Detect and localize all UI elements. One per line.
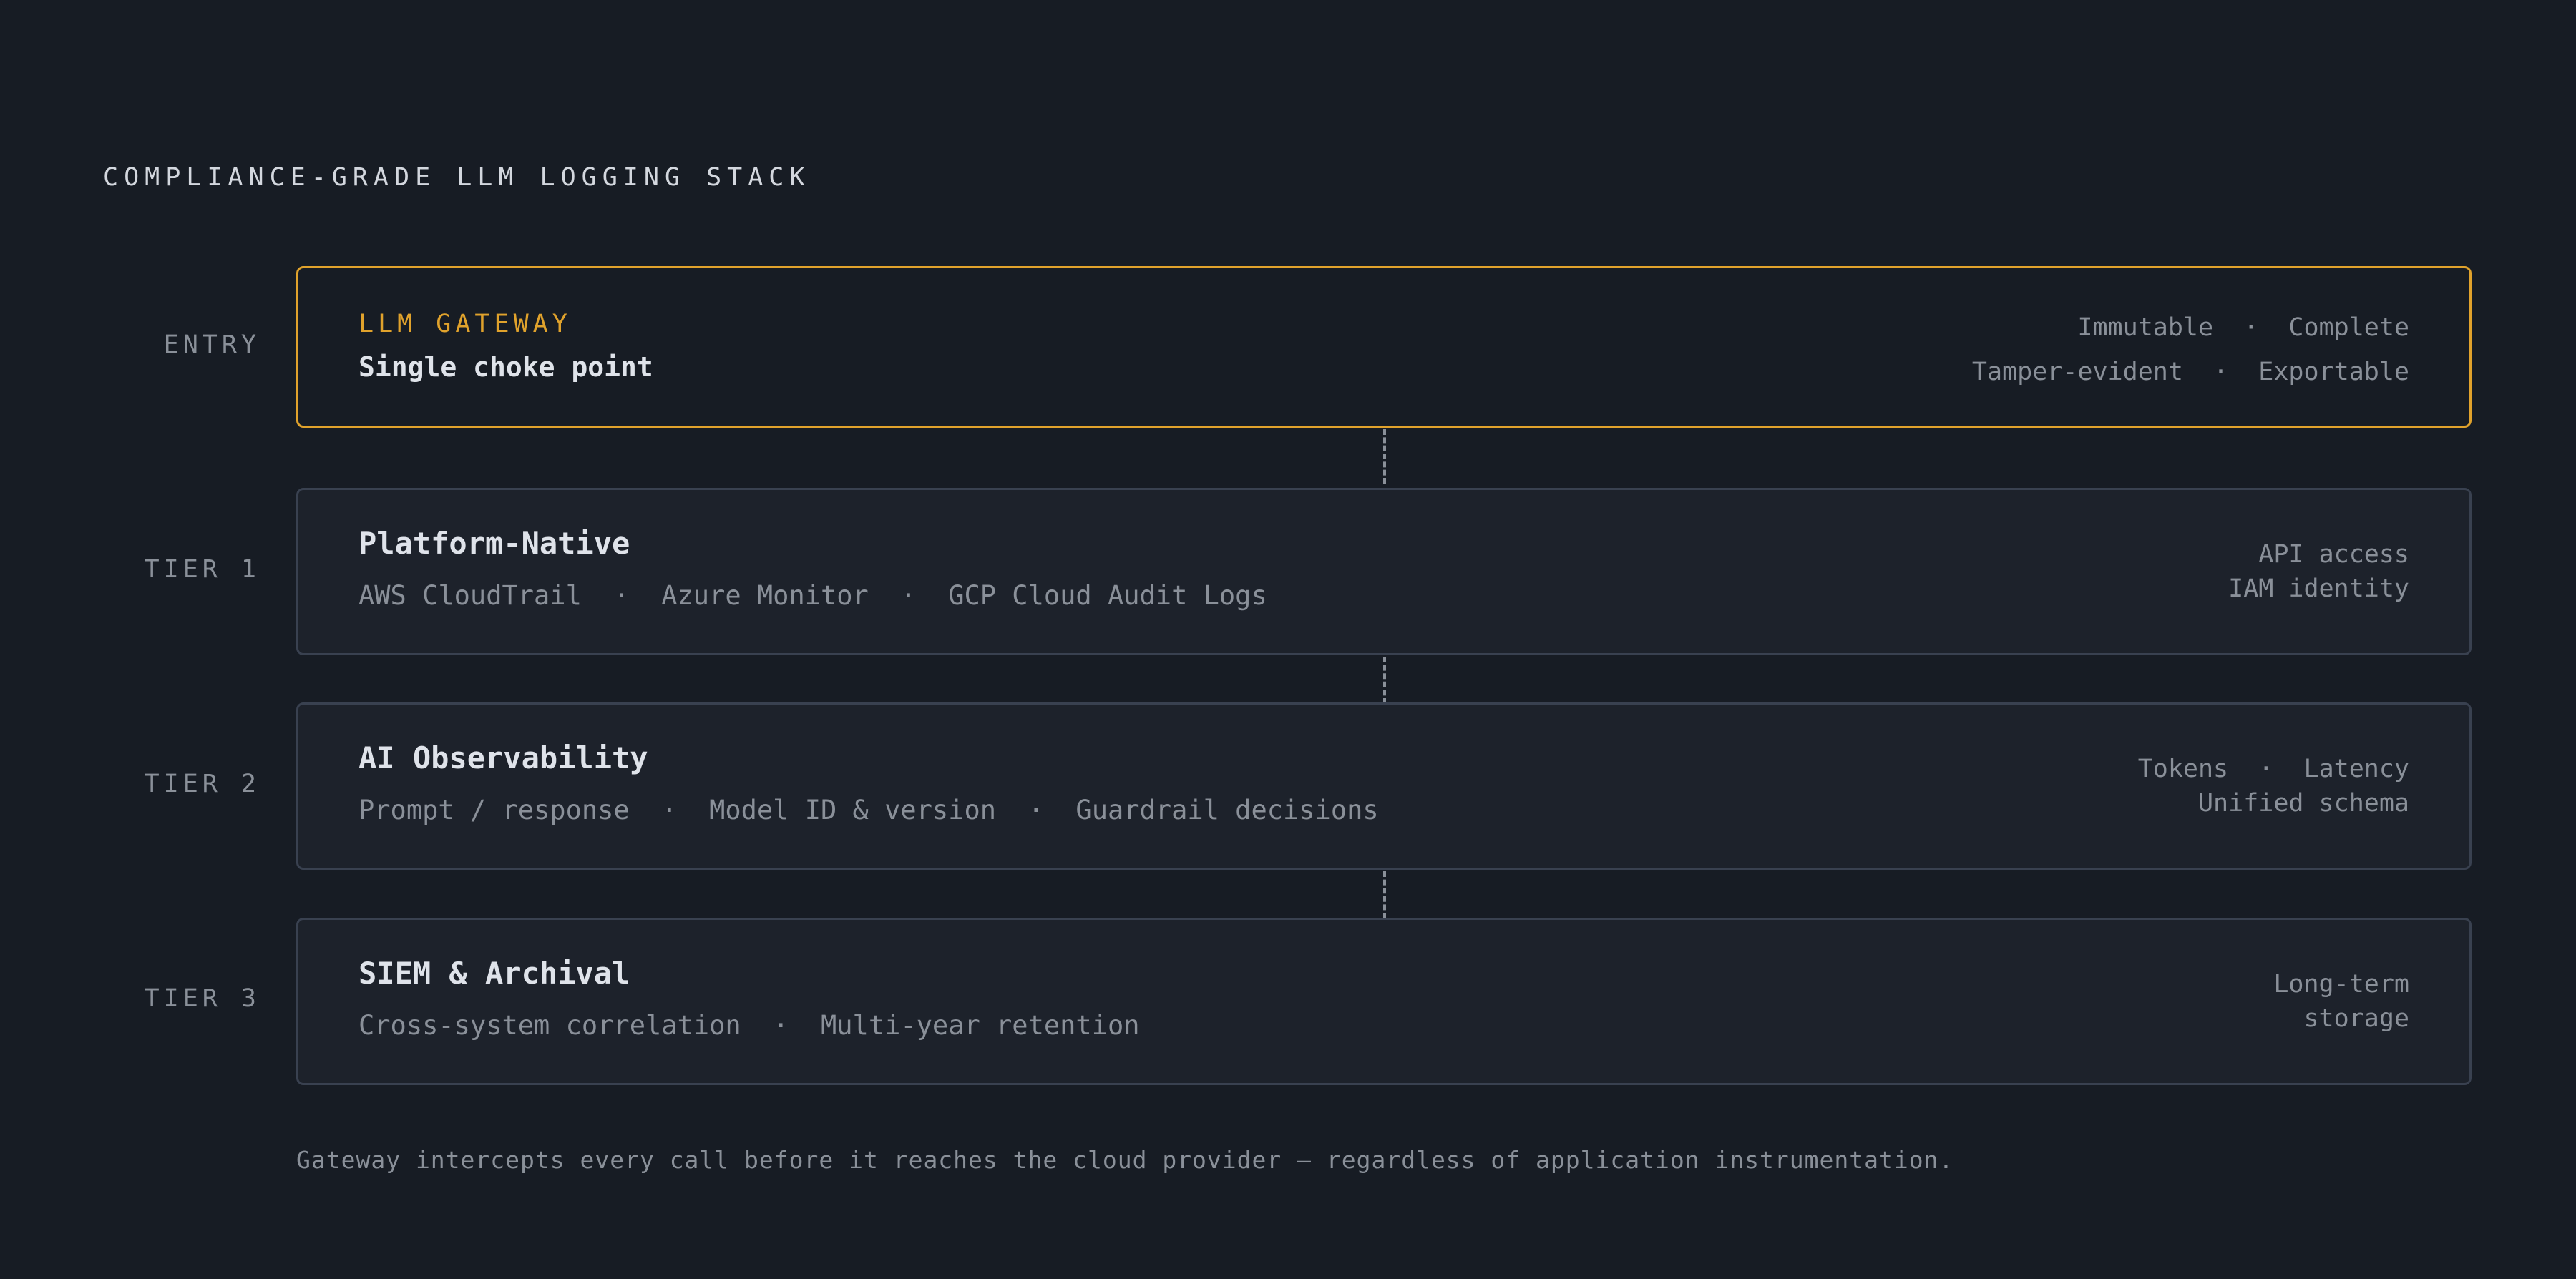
tier1-properties: API access IAM identity (2228, 537, 2409, 606)
llm-gateway-box: LLM GATEWAY Single choke point Immutable… (296, 266, 2472, 428)
tier2-property-line: Tokens · Latency (2137, 755, 2409, 783)
tier3-properties: Long-term storage (2273, 967, 2409, 1036)
tier3-sources: Cross-system correlation · Multi-year re… (358, 1010, 1140, 1041)
connector-tier1-tier2 (1383, 657, 1386, 704)
tier3-name: SIEM & Archival (358, 956, 630, 991)
tier2-properties: Tokens · Latency Unified schema (2138, 752, 2409, 820)
footnote: Gateway intercepts every call before it … (296, 1146, 1954, 1174)
tier2-sources: Prompt / response · Model ID & version ·… (358, 795, 1379, 825)
tier3-box: SIEM & Archival Cross-system correlation… (296, 918, 2472, 1085)
tier1-box: Platform-Native AWS CloudTrail · Azure M… (296, 488, 2472, 655)
gateway-kicker: LLM GATEWAY (358, 310, 572, 338)
tier3-property-line: storage (2303, 1004, 2409, 1033)
gateway-properties: Immutable · Complete Tamper-evident · Ex… (1972, 305, 2409, 394)
tier2-name: AI Observability (358, 740, 648, 775)
connector-tier2-tier3 (1383, 871, 1386, 918)
tier1-sources: AWS CloudTrail · Azure Monitor · GCP Clo… (358, 580, 1267, 611)
tier1-label: TIER 1 (144, 555, 260, 584)
connector-entry-tier1 (1383, 429, 1386, 484)
tier3-property-line: Long-term (2273, 970, 2409, 999)
tier2-property-line: Unified schema (2197, 789, 2409, 818)
tier2-label: TIER 2 (144, 770, 260, 798)
entry-label: ENTRY (163, 330, 260, 359)
tier1-name: Platform-Native (358, 526, 630, 561)
gateway-property-line: Immutable · Complete (2077, 313, 2409, 342)
gateway-property-line: Tamper-evident · Exportable (1971, 358, 2409, 386)
gateway-subtitle: Single choke point (358, 351, 653, 383)
tier1-property-line: API access (2258, 540, 2409, 569)
tier1-property-line: IAM identity (2228, 574, 2409, 603)
tier2-box: AI Observability Prompt / response · Mod… (296, 702, 2472, 870)
tier3-label: TIER 3 (144, 984, 260, 1013)
diagram-canvas: COMPLIANCE-GRADE LLM LOGGING STACK ENTRY… (0, 0, 2576, 1279)
diagram-title: COMPLIANCE-GRADE LLM LOGGING STACK (103, 163, 811, 192)
